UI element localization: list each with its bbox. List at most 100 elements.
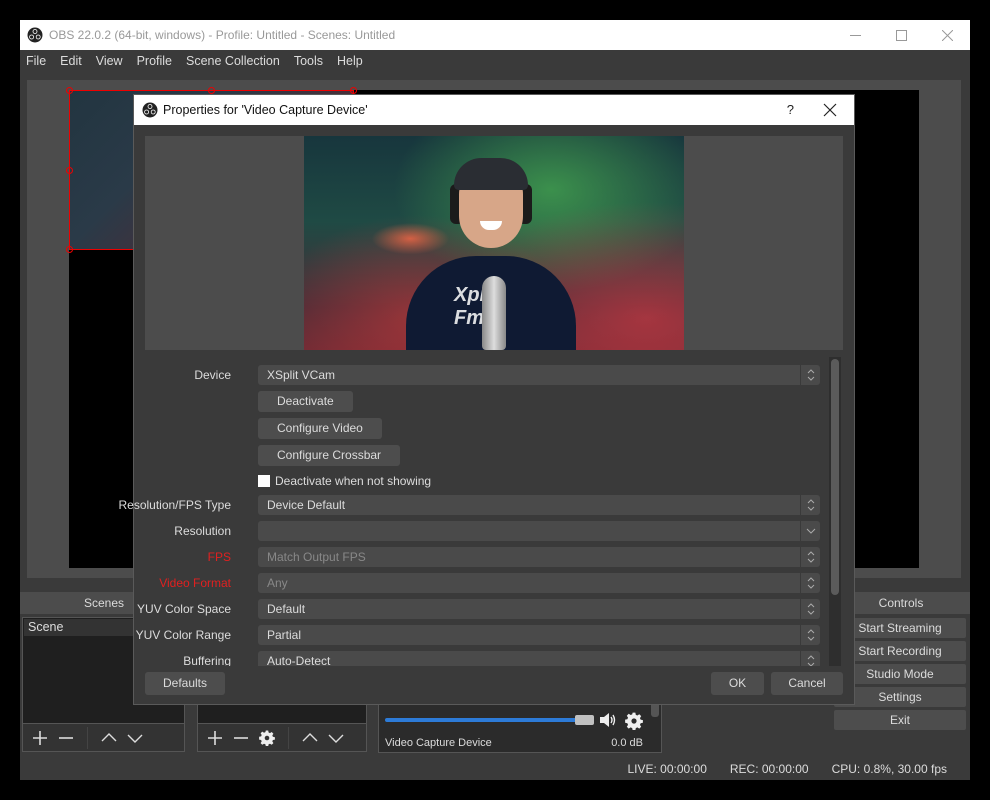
title-bar: OBS 22.0.2 (64-bit, windows) - Profile: … (20, 20, 970, 50)
volume-slider-thumb[interactable] (575, 715, 594, 725)
device-label: Device (194, 368, 231, 382)
configure-crossbar-button[interactable]: Configure Crossbar (258, 445, 401, 466)
maximize-button[interactable] (878, 20, 924, 50)
resize-handle-bottom-left[interactable] (66, 246, 73, 253)
audio-mixer-channel: -60-55-50-45-40-35-30-25-20-15-10-50 Vid… (378, 698, 662, 753)
volume-slider-track[interactable] (385, 718, 577, 722)
configure-video-button[interactable]: Configure Video (258, 418, 382, 439)
spin-arrows-icon[interactable] (800, 547, 820, 567)
yuv-color-range-label: YUV Color Range (135, 628, 231, 642)
resize-handle-top-right[interactable] (350, 87, 357, 94)
res-fps-type-value: Device Default (267, 498, 346, 512)
yuv-color-space-label: YUV Color Space (136, 602, 231, 616)
menu-bar: File Edit View Profile Scene Collection … (20, 50, 970, 72)
video-format-select[interactable]: Any (258, 573, 820, 593)
buffering-row: Buffering Auto-Detect (134, 651, 834, 666)
buffering-value: Auto-Detect (267, 654, 331, 666)
move-up-icon (302, 732, 318, 741)
menu-tools[interactable]: Tools (287, 54, 330, 68)
close-icon (941, 29, 953, 41)
res-fps-type-row: Resolution/FPS Type Device Default (118, 495, 834, 515)
video-format-label: Video Format (159, 576, 231, 590)
resolution-input[interactable] (258, 521, 820, 541)
source-properties-button[interactable] (256, 727, 278, 749)
move-source-up-button[interactable] (299, 727, 321, 749)
yuv-color-space-select[interactable]: Default (258, 599, 820, 619)
menu-scene-collection[interactable]: Scene Collection (179, 54, 287, 68)
res-fps-type-select[interactable]: Device Default (258, 495, 820, 515)
dialog-title-bar: Properties for 'Video Capture Device' ? (134, 95, 854, 125)
spin-arrows-icon[interactable] (800, 365, 820, 385)
device-value: XSplit VCam (267, 368, 336, 382)
move-source-down-button[interactable] (325, 727, 347, 749)
exit-button[interactable]: Exit (834, 710, 966, 730)
dialog-close-icon[interactable] (822, 102, 838, 118)
remove-scene-button[interactable] (55, 727, 77, 749)
obs-logo-icon (27, 27, 43, 43)
remove-icon (234, 736, 248, 739)
maximize-icon (895, 29, 907, 41)
mixer-db-readout: 0.0 dB (611, 737, 643, 749)
menu-edit[interactable]: Edit (53, 54, 89, 68)
spin-arrows-icon[interactable] (800, 599, 820, 619)
resolution-label: Resolution (174, 524, 231, 538)
move-down-icon (328, 734, 344, 743)
add-source-button[interactable] (204, 727, 226, 749)
remove-icon (59, 736, 73, 739)
toolbar-separator (288, 726, 289, 749)
buffering-select[interactable]: Auto-Detect (258, 651, 820, 666)
rec-timer: REC: 00:00:00 (729, 762, 809, 776)
close-button[interactable] (924, 20, 970, 50)
add-scene-button[interactable] (29, 727, 51, 749)
move-scene-down-button[interactable] (124, 727, 146, 749)
resize-handle-left[interactable] (66, 167, 73, 174)
resolution-row: Resolution (134, 521, 834, 541)
obs-logo-icon (142, 102, 158, 118)
dialog-preview-area: Xplit Fmly (145, 136, 843, 350)
menu-profile[interactable]: Profile (130, 54, 179, 68)
deactivate-when-not-showing-checkbox[interactable] (258, 475, 270, 487)
cancel-button[interactable]: Cancel (771, 672, 843, 695)
device-select[interactable]: XSplit VCam (258, 365, 820, 385)
spin-arrows-icon[interactable] (800, 495, 820, 515)
dialog-title: Properties for 'Video Capture Device' (163, 103, 368, 117)
fps-select[interactable]: Match Output FPS (258, 547, 820, 567)
gear-icon[interactable] (625, 712, 643, 730)
menu-file[interactable]: File (20, 54, 53, 68)
minimize-icon (849, 34, 861, 36)
defaults-button[interactable]: Defaults (145, 672, 225, 695)
properties-scrollbar-thumb[interactable] (831, 359, 839, 595)
controls-dock-title: Controls (878, 596, 924, 610)
properties-scrollbar[interactable] (829, 357, 841, 666)
res-fps-type-label: Resolution/FPS Type (118, 498, 231, 512)
status-bar: LIVE: 00:00:00 REC: 00:00:00 CPU: 0.8%, … (20, 758, 970, 780)
add-icon (208, 730, 222, 745)
deactivate-button[interactable]: Deactivate (258, 391, 353, 412)
menu-help[interactable]: Help (330, 54, 370, 68)
spin-arrows-icon[interactable] (800, 625, 820, 645)
add-icon (33, 730, 47, 745)
sources-toolbar (197, 724, 367, 752)
fps-label: FPS (207, 550, 231, 564)
spin-arrows-icon[interactable] (800, 651, 820, 666)
help-button[interactable]: ? (787, 102, 794, 117)
minimize-button[interactable] (832, 20, 878, 50)
chevron-down-icon[interactable] (800, 521, 820, 541)
scenes-dock-title: Scenes (83, 596, 125, 610)
preview-person-cap (454, 158, 528, 190)
yuv-color-space-row: YUV Color Space Default (134, 599, 834, 619)
ok-button[interactable]: OK (711, 672, 764, 695)
spin-arrows-icon[interactable] (800, 573, 820, 593)
deactivate-when-not-showing[interactable]: Deactivate when not showing (258, 474, 431, 488)
resize-handle-top-left[interactable] (66, 87, 73, 94)
resize-handle-top[interactable] (208, 87, 215, 94)
toolbar-separator (87, 726, 88, 749)
speaker-icon[interactable] (599, 712, 617, 728)
menu-view[interactable]: View (89, 54, 130, 68)
gear-icon (259, 730, 275, 746)
yuv-color-range-select[interactable]: Partial (258, 625, 820, 645)
move-scene-up-button[interactable] (98, 727, 120, 749)
video-format-row: Video Format Any (134, 573, 834, 593)
remove-source-button[interactable] (230, 727, 252, 749)
device-row: Device XSplit VCam (134, 365, 834, 385)
